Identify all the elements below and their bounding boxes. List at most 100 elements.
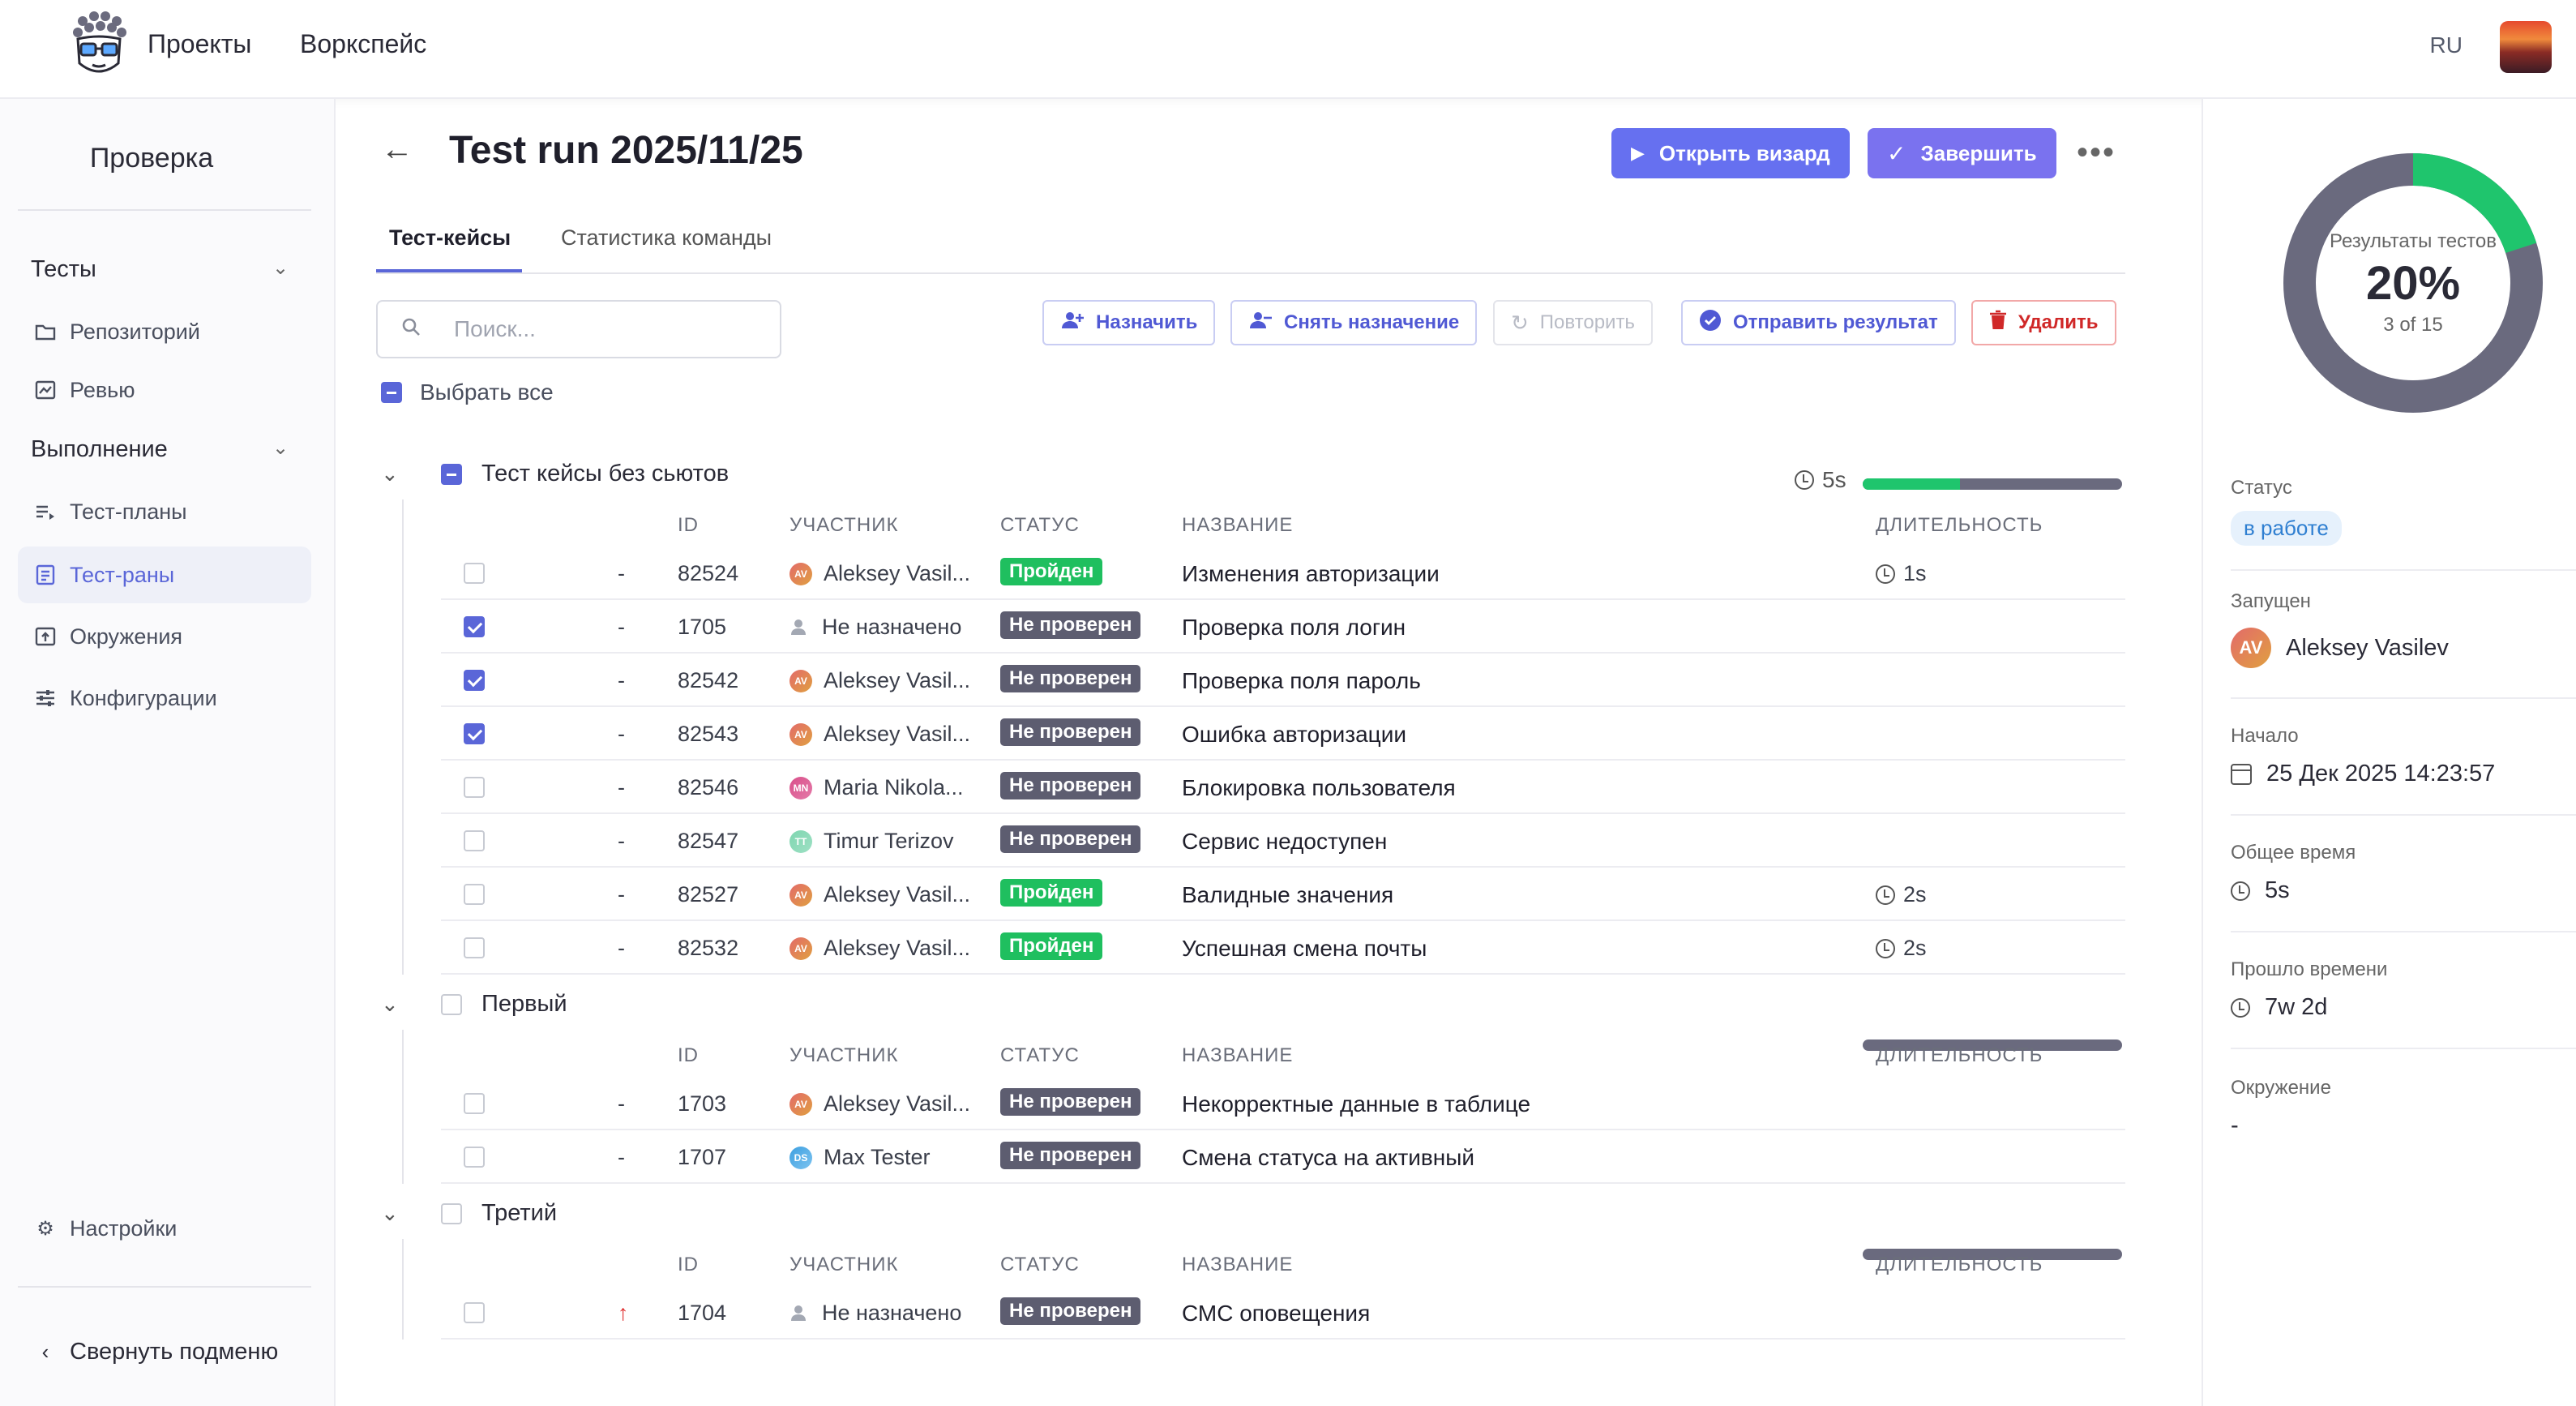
tab-test-cases[interactable]: Тест-кейсы: [389, 225, 511, 251]
table-row[interactable]: - 82532 AV Aleksey Vasil... Пройден Успешная …: [441, 921, 2125, 975]
sidebar-item-label: Ревью: [70, 377, 135, 402]
assignee[interactable]: AV Aleksey Vasil...: [789, 1091, 970, 1117]
assign-button[interactable]: Назначить: [1042, 300, 1216, 345]
suite-header[interactable]: ⌄ Тест кейсы без сьютов: [381, 461, 729, 487]
checkbox[interactable]: [464, 1147, 485, 1168]
column-header-duration: ДЛИТЕЛЬНОСТЬ: [1876, 514, 2043, 536]
chevron-down-icon[interactable]: ⌄: [381, 1201, 413, 1226]
sidebar-item-configurations[interactable]: Конфигурации: [18, 670, 311, 727]
case-name[interactable]: Сервис недоступен: [1182, 829, 1387, 855]
case-name[interactable]: Проверка поля пароль: [1182, 668, 1421, 694]
priority-indicator: -: [618, 829, 625, 853]
table-row[interactable]: - 82547 TT Timur Terizov Не проверен Сервис н…: [441, 814, 2125, 868]
case-name[interactable]: Некорректные данные в таблице: [1182, 1091, 1530, 1117]
case-name[interactable]: Изменения авторизации: [1182, 561, 1440, 587]
assignee[interactable]: MN Maria Nikola...: [789, 775, 964, 800]
assignee[interactable]: AV Aleksey Vasil...: [789, 722, 970, 747]
open-wizard-button[interactable]: ▶ Открыть визард: [1611, 128, 1850, 178]
status-badge: Не проверен: [1000, 611, 1141, 639]
priority-indicator: -: [618, 775, 625, 799]
chevron-down-icon[interactable]: ⌄: [381, 461, 413, 487]
checkbox[interactable]: [464, 884, 485, 905]
table-row[interactable]: - 82524 AV Aleksey Vasil... Пройден Изменения…: [441, 547, 2125, 600]
suite-header[interactable]: ⌄ Первый: [381, 991, 567, 1018]
checkbox[interactable]: [464, 1302, 485, 1323]
user-avatar[interactable]: [2500, 21, 2552, 73]
select-all-checkbox[interactable]: Выбрать все: [381, 379, 554, 405]
table-row[interactable]: - 1703 AV Aleksey Vasil... Не проверен Некорр…: [441, 1077, 2125, 1130]
checkbox[interactable]: [381, 382, 402, 403]
sidebar-item-test-plans[interactable]: Тест-планы: [18, 483, 311, 540]
case-name[interactable]: Ошибка авторизации: [1182, 722, 1406, 748]
chevron-left-icon: ‹: [41, 1339, 49, 1364]
retry-button[interactable]: ↻ Повторить: [1493, 300, 1653, 345]
column-header-status: СТАТУС: [1000, 514, 1080, 536]
search-input[interactable]: Поиск...: [376, 300, 781, 358]
checkbox[interactable]: [441, 1202, 462, 1224]
case-name[interactable]: Валидные значения: [1182, 882, 1393, 908]
nav-workspace[interactable]: Воркспейс: [300, 29, 426, 59]
finish-button[interactable]: ✓ Завершить: [1868, 128, 2056, 178]
checkbox[interactable]: [464, 563, 485, 584]
case-name[interactable]: Смена статуса на активный: [1182, 1145, 1474, 1171]
delete-button[interactable]: Удалить: [1971, 300, 2116, 345]
sidebar-item-repository[interactable]: Репозиторий: [18, 303, 311, 360]
table-row[interactable]: - 82546 MN Maria Nikola... Не проверен Блокир…: [441, 761, 2125, 814]
sidebar-item-review[interactable]: Ревью: [18, 362, 311, 418]
checkbox[interactable]: [464, 616, 485, 637]
sidebar-item-settings[interactable]: ⚙ Настройки: [18, 1200, 311, 1257]
checkbox[interactable]: [464, 670, 485, 691]
collapse-submenu-button[interactable]: ‹ Свернуть подменю: [18, 1323, 311, 1380]
assignee-name: Aleksey Vasil...: [824, 1091, 971, 1116]
sidebar-group-execution[interactable]: Выполнение: [31, 436, 168, 463]
sidebar-item-test-runs[interactable]: Тест-раны: [18, 547, 311, 603]
chevron-down-icon[interactable]: ⌄: [272, 436, 289, 460]
avatar: AV: [789, 883, 812, 907]
assignee[interactable]: TT Timur Terizov: [789, 829, 954, 854]
folder-icon: [34, 320, 57, 343]
checkbox[interactable]: [464, 937, 485, 958]
more-options-icon[interactable]: •••: [2077, 135, 2116, 171]
priority-indicator: -: [618, 615, 625, 639]
assignee[interactable]: Не назначено: [789, 1301, 961, 1326]
unassign-button[interactable]: Снять назначение: [1230, 300, 1478, 345]
submit-result-button[interactable]: Отправить результат: [1681, 300, 1956, 345]
case-name[interactable]: СМС оповещения: [1182, 1301, 1370, 1327]
case-name[interactable]: Успешная смена почты: [1182, 936, 1427, 962]
sidebar-item-environments[interactable]: Окружения: [18, 608, 311, 665]
assignee[interactable]: AV Aleksey Vasil...: [789, 561, 970, 586]
assignee[interactable]: AV Aleksey Vasil...: [789, 668, 970, 693]
checkbox[interactable]: [441, 993, 462, 1015]
table-row[interactable]: ↑ 1704 Не назначено Не проверен СМС оповещен…: [441, 1286, 2125, 1340]
donut-count: 3 of 15: [2383, 313, 2443, 336]
case-name[interactable]: Блокировка пользователя: [1182, 775, 1456, 801]
table-row[interactable]: - 1705 Не назначено Не проверен Проверка пол…: [441, 600, 2125, 654]
chevron-down-icon[interactable]: ⌄: [272, 256, 289, 280]
checkbox[interactable]: [464, 777, 485, 798]
checkbox[interactable]: [441, 463, 462, 485]
total-time-value: 5s: [2231, 877, 2290, 904]
assignee[interactable]: Не назначено: [789, 615, 961, 640]
case-name[interactable]: Проверка поля логин: [1182, 615, 1406, 641]
nav-projects[interactable]: Проекты: [148, 29, 251, 59]
suite-header[interactable]: ⌄ Третий: [381, 1200, 557, 1227]
tab-team-stats[interactable]: Статистика команды: [561, 225, 772, 251]
table-row[interactable]: - 82527 AV Aleksey Vasil... Пройден Валидные …: [441, 868, 2125, 921]
logo-icon[interactable]: [68, 10, 130, 81]
back-arrow-icon[interactable]: ←: [381, 131, 413, 168]
checkbox[interactable]: [464, 723, 485, 744]
status-cell: Не проверен: [1000, 1297, 1141, 1325]
checkbox[interactable]: [464, 830, 485, 851]
suite-name: Третий: [481, 1200, 558, 1226]
assignee[interactable]: AV Aleksey Vasil...: [789, 882, 970, 907]
assignee[interactable]: DS Max Tester: [789, 1145, 931, 1170]
table-row[interactable]: - 82543 AV Aleksey Vasil... Не проверен Ошибк…: [441, 707, 2125, 761]
checkbox[interactable]: [464, 1093, 485, 1114]
language-switch[interactable]: RU: [2430, 32, 2463, 58]
table-row[interactable]: - 82542 AV Aleksey Vasil... Не проверен Прове…: [441, 654, 2125, 707]
assignee[interactable]: AV Aleksey Vasil...: [789, 936, 970, 961]
sidebar-group-tests[interactable]: Тесты: [31, 256, 96, 283]
table-row[interactable]: - 1707 DS Max Tester Не проверен Смена статус…: [441, 1130, 2125, 1184]
chevron-down-icon[interactable]: ⌄: [381, 992, 413, 1017]
case-id: 82542: [678, 668, 739, 692]
